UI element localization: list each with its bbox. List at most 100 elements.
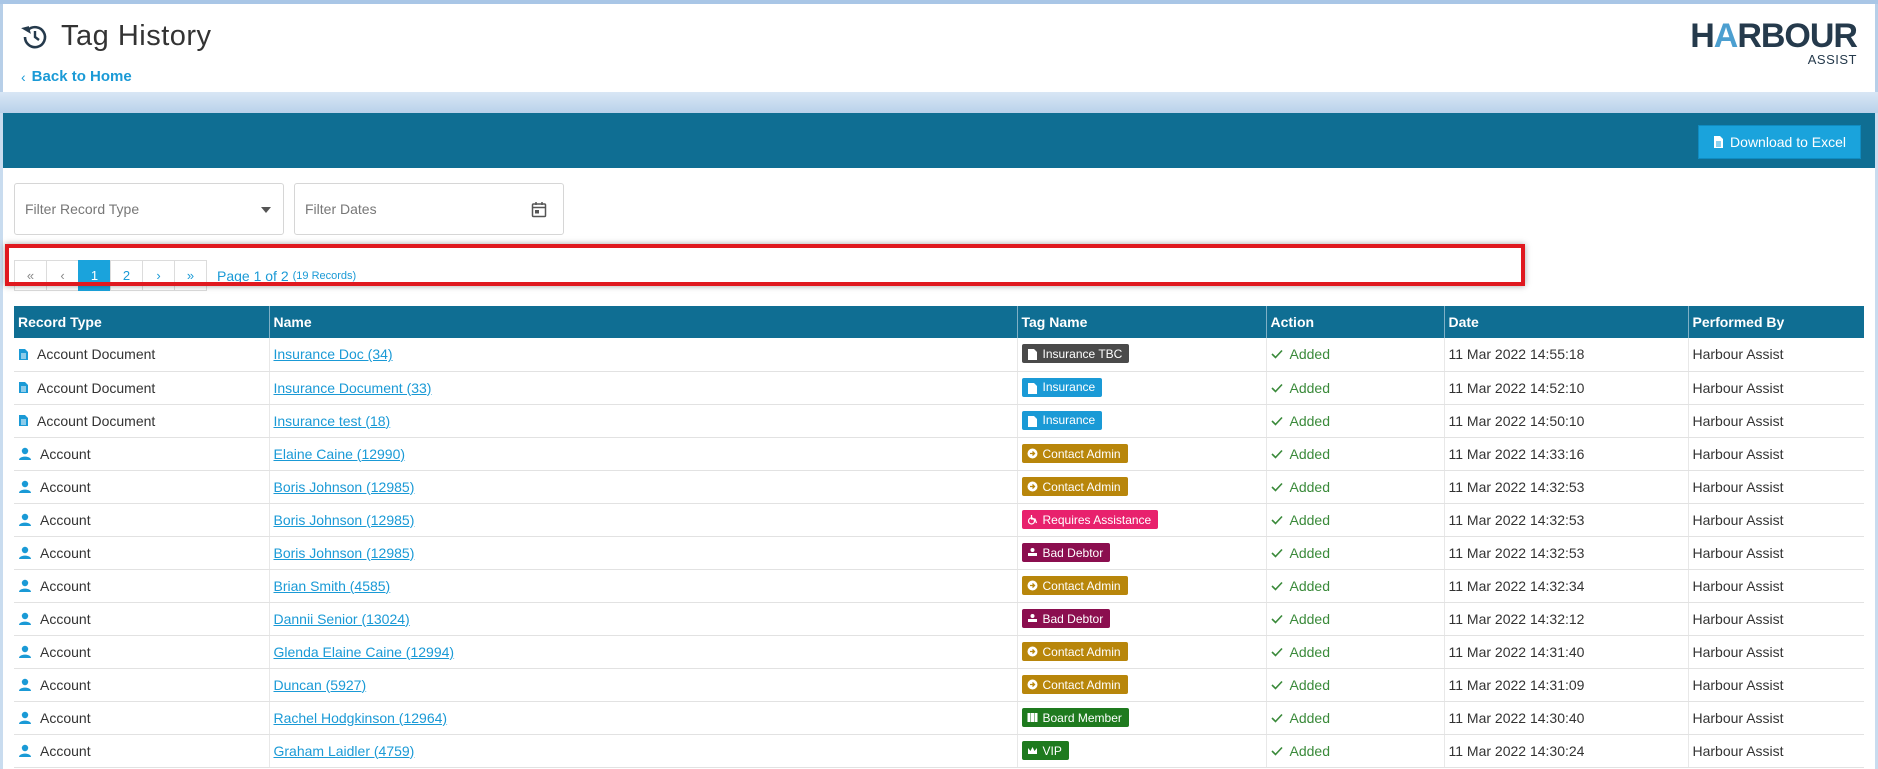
cell-tag-name: Insurance TBC xyxy=(1017,338,1267,372)
record-name-link[interactable]: Insurance Document (33) xyxy=(274,380,432,396)
page-title: Tag History xyxy=(61,20,212,52)
record-type-text: Account xyxy=(40,610,91,627)
tag-badge: Insurance xyxy=(1021,410,1103,430)
cell-name: Insurance Doc (34) xyxy=(269,338,1018,372)
record-name-link[interactable]: Graham Laidler (4759) xyxy=(274,743,415,759)
column-header-name[interactable]: Name xyxy=(269,306,1018,338)
cell-tag-name: Bad Debtor xyxy=(1017,536,1267,570)
check-icon xyxy=(1270,383,1283,393)
cell-date: 11 Mar 2022 14:52:10 xyxy=(1444,371,1689,405)
cell-record-type: Account xyxy=(14,536,270,570)
check-icon xyxy=(1270,548,1283,558)
cell-name: Brian Smith (4585) xyxy=(269,569,1018,603)
column-header-record-type[interactable]: Record Type xyxy=(14,306,270,338)
column-header-tag-name[interactable]: Tag Name xyxy=(1017,306,1267,338)
cell-date: 11 Mar 2022 14:50:10 xyxy=(1444,404,1689,438)
record-name-link[interactable]: Elaine Caine (12990) xyxy=(274,446,406,462)
cell-name: Elaine Caine (12990) xyxy=(269,437,1018,471)
tag-badge: Contact Admin xyxy=(1021,675,1128,694)
user-icon xyxy=(18,711,40,725)
record-type-text: Account xyxy=(40,643,91,660)
record-type-text: Account xyxy=(40,742,91,759)
tag-badge: Bad Debtor xyxy=(1021,609,1111,628)
record-name-link[interactable]: Duncan (5927) xyxy=(274,677,367,693)
calendar-icon[interactable] xyxy=(531,201,547,218)
arrow-circle-icon xyxy=(1027,646,1038,657)
back-to-home-label: Back to Home xyxy=(31,68,132,85)
tag-label: Contact Admin xyxy=(1042,578,1121,593)
action-text: Added xyxy=(1289,577,1330,594)
cell-performed-by: Harbour Assist xyxy=(1688,437,1864,471)
tag-badge: VIP xyxy=(1021,741,1069,760)
tag-label: Insurance xyxy=(1042,380,1096,394)
page-1-button[interactable]: 1 xyxy=(78,260,111,291)
document-icon xyxy=(18,414,37,427)
cell-action: Added xyxy=(1266,437,1445,471)
check-icon xyxy=(1270,581,1283,591)
arrow-circle-icon xyxy=(1027,481,1038,492)
first-page-button[interactable]: « xyxy=(14,260,47,291)
tag-badge: Requires Assistance xyxy=(1021,510,1159,529)
cell-name: Duncan (5927) xyxy=(269,668,1018,702)
cell-action: Added xyxy=(1266,668,1445,702)
check-icon xyxy=(1270,713,1283,723)
cell-record-type: Account xyxy=(14,602,270,636)
action-text: Added xyxy=(1289,346,1330,363)
record-name-link[interactable]: Rachel Hodgkinson (12964) xyxy=(274,710,448,726)
action-text: Added xyxy=(1289,643,1330,660)
cell-date: 11 Mar 2022 14:30:24 xyxy=(1444,734,1689,768)
check-icon xyxy=(1270,449,1283,459)
harbour-assist-logo: HARBOUR ASSIST xyxy=(1690,17,1858,67)
action-text: Added xyxy=(1289,610,1330,627)
cell-performed-by: Harbour Assist xyxy=(1688,404,1864,438)
last-page-button[interactable]: » xyxy=(174,260,207,291)
tag-label: Requires Assistance xyxy=(1042,512,1152,527)
check-icon xyxy=(1270,515,1283,525)
download-to-excel-button[interactable]: Download to Excel xyxy=(1698,125,1861,159)
table-row: Account Elaine Caine (12990) Contact Admin… xyxy=(14,437,1864,471)
wheelchair-icon xyxy=(1027,514,1038,525)
hand-icon xyxy=(1027,613,1038,624)
cell-date: 11 Mar 2022 14:55:18 xyxy=(1444,338,1689,372)
cell-action: Added xyxy=(1266,635,1445,669)
prev-page-button[interactable]: ‹ xyxy=(46,260,79,291)
record-name-link[interactable]: Insurance Doc (34) xyxy=(274,346,393,362)
column-header-action[interactable]: Action xyxy=(1266,306,1445,338)
record-name-link[interactable]: Brian Smith (4585) xyxy=(274,578,391,594)
cell-tag-name: Contact Admin xyxy=(1017,569,1267,603)
column-header-date[interactable]: Date xyxy=(1444,306,1689,338)
record-name-link[interactable]: Boris Johnson (12985) xyxy=(274,479,415,495)
tag-badge: Board Member xyxy=(1021,708,1129,727)
page-2-button[interactable]: 2 xyxy=(110,260,143,291)
filter-record-type-select[interactable]: Filter Record Type xyxy=(14,183,284,235)
cell-action: Added xyxy=(1266,338,1445,372)
record-name-link[interactable]: Insurance test (18) xyxy=(274,413,391,429)
check-icon xyxy=(1270,482,1283,492)
table-row: Account Brian Smith (4585) Contact Admin Ad… xyxy=(14,569,1864,603)
cell-record-type: Account Document xyxy=(14,338,270,372)
tag-history-table: Record Type Name Tag Name Action Date Pe… xyxy=(14,306,1864,768)
cell-date: 11 Mar 2022 14:32:53 xyxy=(1444,470,1689,504)
cell-name: Insurance Document (33) xyxy=(269,371,1018,405)
check-icon xyxy=(1270,614,1283,624)
tag-badge: Insurance xyxy=(1021,377,1103,397)
record-name-link[interactable]: Boris Johnson (12985) xyxy=(274,545,415,561)
cell-action: Added xyxy=(1266,371,1445,405)
back-to-home-link[interactable]: ‹ Back to Home xyxy=(21,68,132,85)
cell-tag-name: Contact Admin xyxy=(1017,635,1267,669)
cell-name: Boris Johnson (12985) xyxy=(269,503,1018,537)
cell-performed-by: Harbour Assist xyxy=(1688,338,1864,372)
tag-label: Contact Admin xyxy=(1042,677,1121,692)
next-page-button[interactable]: › xyxy=(142,260,175,291)
user-icon xyxy=(18,579,40,593)
record-name-link[interactable]: Dannii Senior (13024) xyxy=(274,611,410,627)
record-name-link[interactable]: Boris Johnson (12985) xyxy=(274,512,415,528)
tag-badge: Contact Admin xyxy=(1021,477,1128,496)
column-header-performed-by[interactable]: Performed By xyxy=(1688,306,1864,338)
record-name-link[interactable]: Glenda Elaine Caine (12994) xyxy=(274,644,455,660)
cell-name: Boris Johnson (12985) xyxy=(269,536,1018,570)
filter-dates-input[interactable]: Filter Dates xyxy=(294,183,564,235)
action-text: Added xyxy=(1289,478,1330,495)
page-info: Page 1 of 2 (19 Records) xyxy=(217,260,356,291)
cell-tag-name: Insurance xyxy=(1017,404,1267,438)
